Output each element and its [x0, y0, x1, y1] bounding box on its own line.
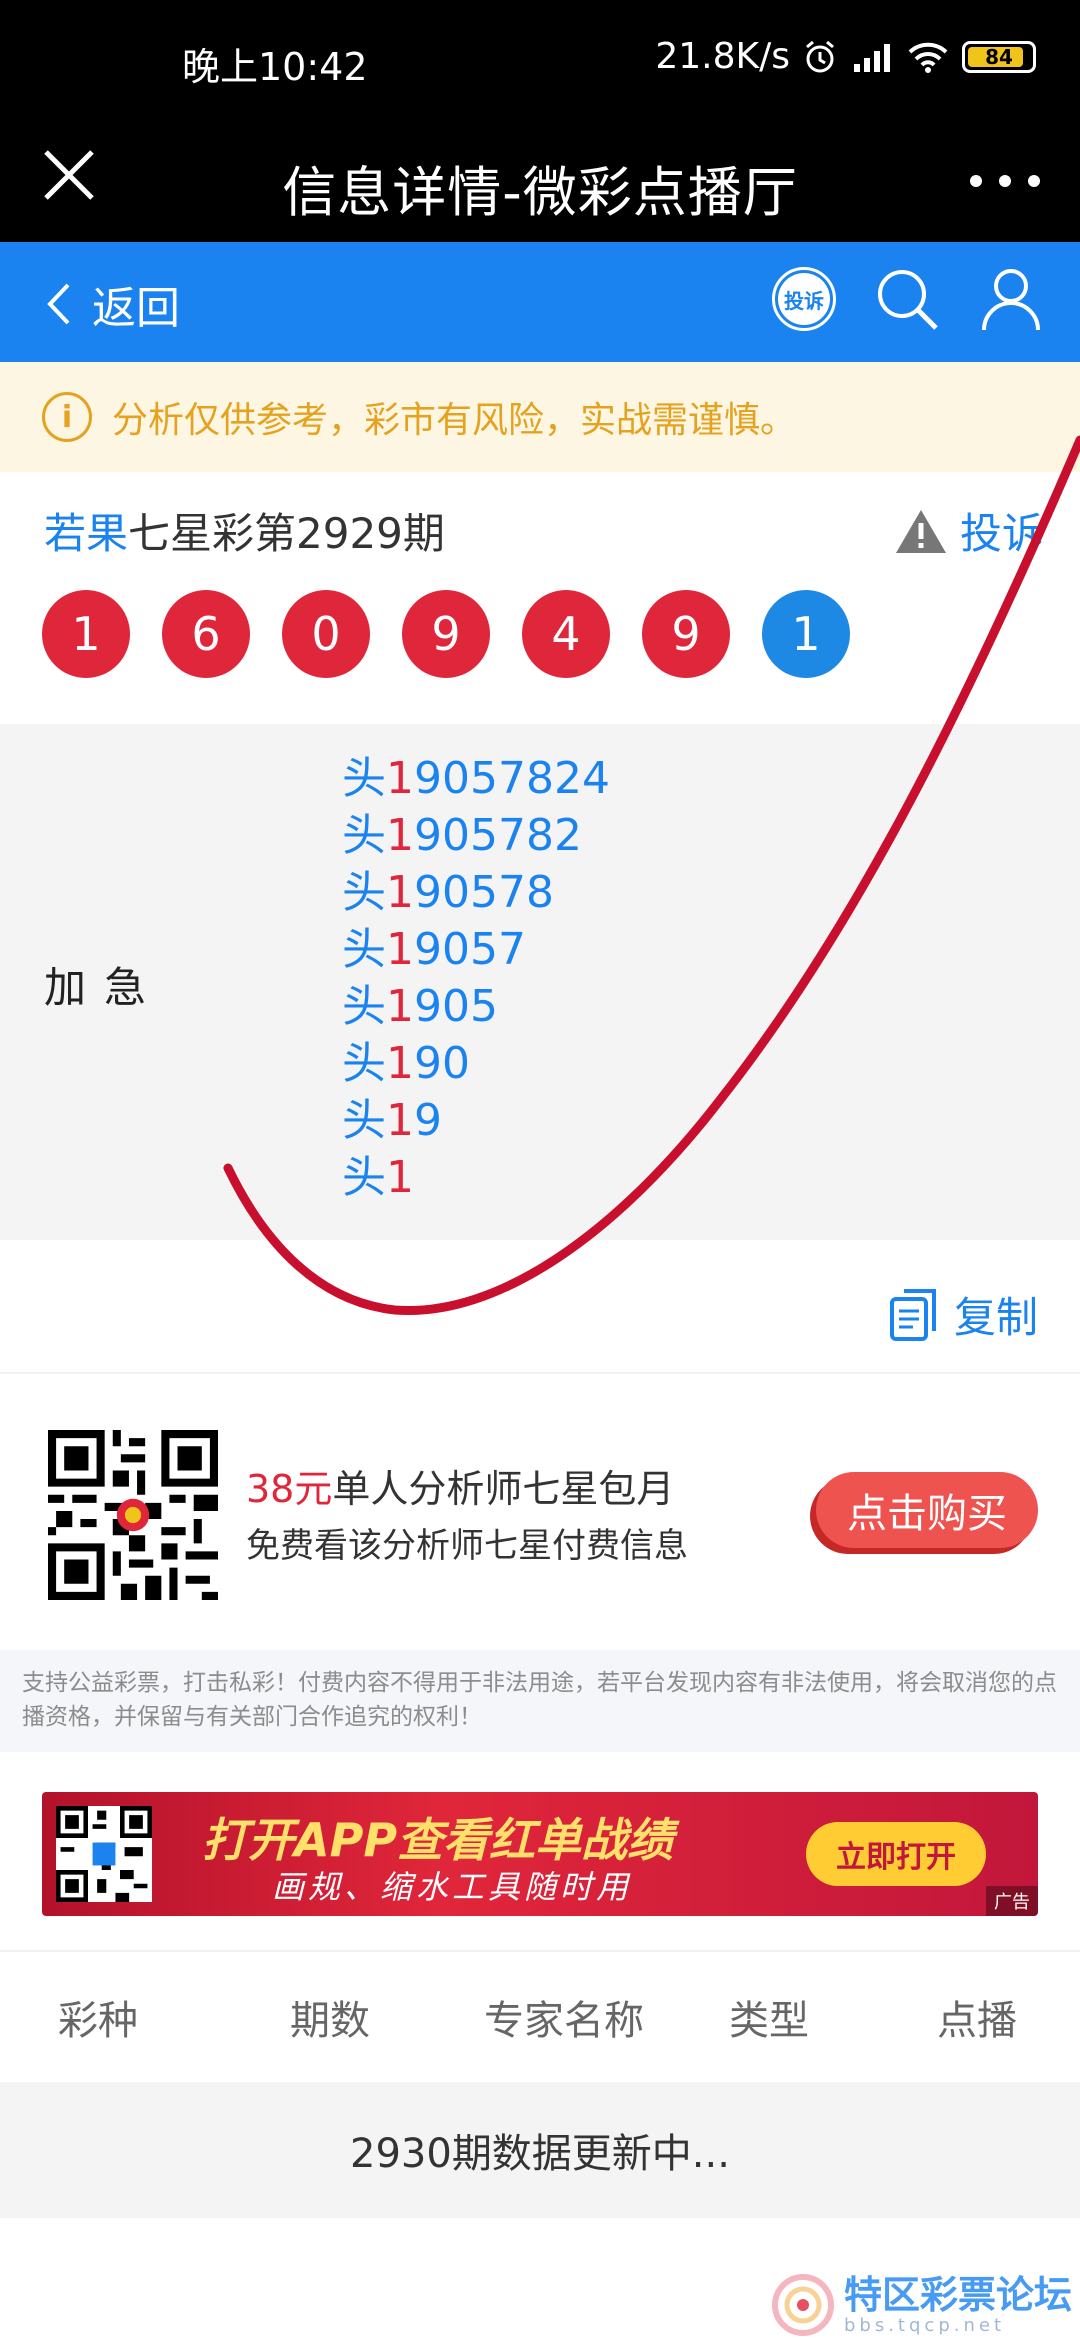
copy-button[interactable]: 复制 [888, 1284, 1038, 1345]
qr-code [48, 1430, 218, 1600]
wifi-icon [908, 42, 948, 73]
draw-numbers: 1 6 0 9 4 9 1 [42, 590, 850, 678]
prediction-line: 头190578 [342, 867, 554, 918]
promo-price: 38元 [246, 1467, 333, 1511]
prediction-line: 头1905 [342, 981, 498, 1032]
search-icon[interactable] [874, 266, 940, 332]
alarm-icon [806, 40, 834, 72]
chevron-left-icon [47, 283, 70, 325]
battery-icon: 84 [962, 40, 1036, 73]
number-ball: 1 [42, 590, 130, 678]
promo-subtitle: 免费看该分析师七星付费信息 [246, 1526, 688, 1566]
nav-bar: 返回 投诉 [0, 242, 1080, 362]
report-label: 投诉 [959, 509, 1044, 558]
issue-title: 若果七星彩第2929期 [44, 500, 445, 561]
ad-tag: 广告 [986, 1886, 1038, 1916]
warning-icon [895, 509, 946, 553]
table-header: 彩种 期数 专家名称 类型 点播 [0, 1950, 1080, 2082]
prediction-detail: 加急 头19057824 头1905782 头190578 头19057 头19… [0, 724, 1080, 1240]
number-ball: 0 [282, 590, 370, 678]
column-header: 专家名称 [484, 1998, 644, 2044]
number-ball: 9 [402, 590, 490, 678]
copy-icon [889, 1288, 936, 1341]
app-ad-banner[interactable]: 打开APP查看红单战绩 画规、缩水工具随时用 立即打开 广告 [42, 1792, 1038, 1916]
info-icon: i [42, 392, 92, 442]
column-header: 彩种 [58, 1998, 138, 2044]
prediction-line: 头1 [342, 1152, 414, 1203]
detail-label: 加急 [44, 963, 165, 1012]
title-bar: 信息详情-微彩点播厅 [0, 122, 1080, 242]
watermark-name: 特区彩票论坛 [843, 2272, 1072, 2317]
prediction-line: 头19057824 [342, 753, 610, 804]
banner-subtitle: 画规、缩水工具随时用 [272, 1868, 633, 1906]
column-header: 类型 [729, 1998, 809, 2044]
prediction-line: 头1905782 [342, 810, 582, 861]
buy-button[interactable]: 点击购买 [816, 1472, 1038, 1548]
nav-icons: 投诉 [772, 266, 1044, 332]
watermark-logo-icon [771, 2274, 834, 2336]
open-app-button[interactable]: 立即打开 [806, 1822, 986, 1886]
issue-name: 七星彩第2929期 [128, 509, 445, 558]
disclaimer-text: 支持公益彩票，打击私彩！付费内容不得用于非法用途，若平台发现内容有非法使用，将会… [0, 1650, 1080, 1752]
notice-text: 分析仅供参考，彩市有风险，实战需谨慎。 [112, 400, 797, 441]
subscription-promo: 38元单人分析师七星包月 免费看该分析师七星付费信息 点击购买 [0, 1420, 1080, 1600]
signal-icon [854, 43, 890, 72]
copy-label: 复制 [953, 1293, 1038, 1342]
banner-title: 打开APP查看红单战绩 [202, 1813, 674, 1867]
number-ball: 6 [162, 590, 250, 678]
complain-button[interactable]: 投诉 [772, 267, 836, 331]
back-button[interactable]: 返回 [44, 272, 180, 336]
number-ball: 4 [522, 590, 610, 678]
more-menu-icon[interactable] [970, 156, 1040, 206]
status-time: 晚上10:42 [182, 45, 368, 89]
prediction-line: 头190 [342, 1038, 470, 1089]
prediction-line: 头19 [342, 1095, 442, 1146]
window-title: 信息详情-微彩点播厅 [282, 161, 798, 224]
banner-qr-code [56, 1806, 152, 1902]
risk-notice: i 分析仅供参考，彩市有风险，实战需谨慎。 [0, 362, 1080, 472]
battery-level: 84 [985, 44, 1013, 69]
prediction-lines: 头19057824 头1905782 头190578 头19057 头1905 … [342, 750, 610, 1206]
column-header: 点播 [937, 1998, 1017, 2044]
watermark-text: 特区彩票论坛 bbs.tqcp.net [844, 2275, 1072, 2336]
number-ball: 9 [642, 590, 730, 678]
user-icon[interactable] [978, 266, 1044, 332]
prediction-line: 头19057 [342, 924, 526, 975]
divider [0, 1372, 1080, 1374]
complain-badge-label: 投诉 [778, 273, 830, 325]
table-row: 2930期数据更新中... [0, 2082, 1080, 2218]
promo-title: 38元单人分析师七星包月 [246, 1467, 675, 1511]
status-right: 21.8K/s 84 [655, 36, 1036, 77]
status-bar: 晚上10:42 21.8K/s 84 [0, 0, 1080, 122]
watermark-url: bbs.tqcp.net [843, 2314, 1006, 2336]
net-speed: 21.8K/s [655, 36, 790, 77]
column-header: 期数 [290, 1998, 370, 2044]
back-label: 返回 [92, 283, 180, 334]
special-number-ball: 1 [762, 590, 850, 678]
report-button[interactable]: 投诉 [894, 500, 1044, 561]
author-name[interactable]: 若果 [44, 509, 128, 558]
watermark: 特区彩票论坛 bbs.tqcp.net [770, 2272, 1072, 2338]
